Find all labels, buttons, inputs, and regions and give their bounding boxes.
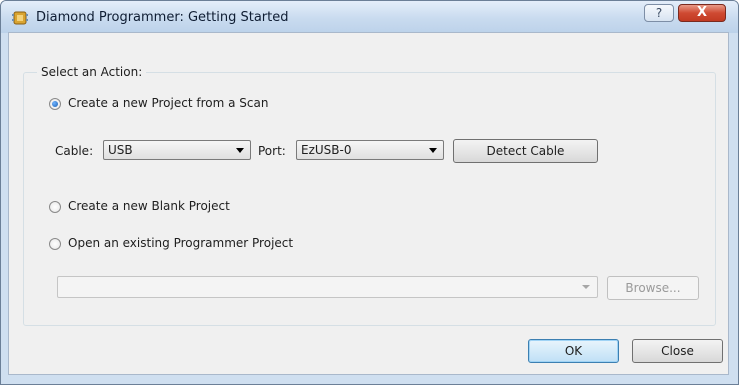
port-select-value: EzUSB-0 [301, 143, 352, 157]
cable-select-value: USB [108, 143, 133, 157]
window-close-button[interactable]: X [678, 4, 726, 22]
port-label: Port: [258, 144, 286, 158]
cable-select[interactable]: USB [103, 140, 251, 160]
close-icon: X [696, 5, 708, 20]
chevron-down-icon [582, 285, 590, 289]
detect-cable-button[interactable]: Detect Cable [453, 139, 598, 163]
chevron-down-icon [236, 148, 244, 153]
close-button[interactable]: Close [632, 339, 723, 363]
radio-label-create-blank[interactable]: Create a new Blank Project [68, 199, 230, 213]
radio-create-blank[interactable] [49, 201, 61, 213]
radio-selected-dot [52, 101, 58, 107]
radio-label-create-from-scan[interactable]: Create a new Project from a Scan [68, 96, 268, 110]
chevron-down-icon [429, 148, 437, 153]
window-title: Diamond Programmer: Getting Started [36, 10, 289, 25]
title-bar[interactable]: Diamond Programmer: Getting Started ? X [1, 1, 738, 33]
radio-label-open-existing[interactable]: Open an existing Programmer Project [68, 236, 293, 250]
ok-button[interactable]: OK [528, 339, 619, 363]
diamond-app-icon [12, 11, 28, 25]
port-select[interactable]: EzUSB-0 [296, 140, 444, 160]
cable-label: Cable: [55, 144, 94, 158]
radio-open-existing[interactable] [49, 238, 61, 250]
help-icon: ? [655, 6, 663, 20]
group-legend: Select an Action: [37, 65, 147, 79]
radio-create-from-scan[interactable] [49, 98, 61, 110]
project-path-select[interactable] [57, 276, 598, 298]
browse-button[interactable]: Browse... [607, 276, 699, 300]
help-button[interactable]: ? [644, 4, 674, 22]
